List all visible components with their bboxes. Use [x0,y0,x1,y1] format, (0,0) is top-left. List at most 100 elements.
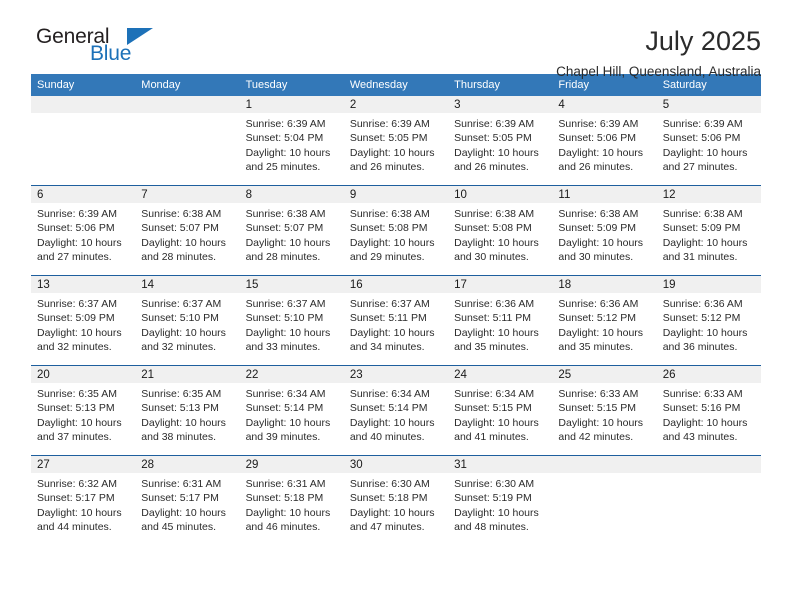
day-cell-inner: 23 Sunrise: 6:34 AM Sunset: 5:14 PM Dayligh… [343,366,449,455]
calendar-day-cell[interactable]: 13 Sunrise: 6:37 AM Sunset: 5:09 PM Dayligh… [31,275,136,366]
calendar-day-cell[interactable]: 30 Sunrise: 6:30 AM Sunset: 5:18 PM Dayligh… [343,455,449,545]
calendar-day-cell[interactable]: 17 Sunrise: 6:36 AM Sunset: 5:11 PM Dayligh… [448,275,553,366]
day-sunset-text: Sunset: 5:17 PM [141,492,219,505]
calendar-day-cell[interactable]: 16 Sunrise: 6:37 AM Sunset: 5:11 PM Dayligh… [343,275,449,366]
day-sunrise-text: Sunrise: 6:30 AM [349,478,430,490]
calendar-day-cell[interactable]: 18 Sunrise: 6:36 AM Sunset: 5:12 PM Dayligh… [552,275,657,366]
day-sunrise-text: Sunrise: 6:39 AM [245,118,326,130]
day-daylight2-text: and 39 minutes. [245,430,321,443]
calendar-day-cell[interactable]: 25 Sunrise: 6:33 AM Sunset: 5:15 PM Dayligh… [552,365,657,456]
calendar-day-cell[interactable]: 21 Sunrise: 6:35 AM Sunset: 5:13 PM Dayligh… [135,365,240,456]
day-daylight-text: Daylight: 10 hours [245,506,331,519]
day-sunset-text: Sunset: 5:10 PM [141,312,219,325]
day-sunrise-text: Sunrise: 6:39 AM [662,118,743,130]
day-daylight-text: Daylight: 10 hours [349,326,435,339]
day-daylight2-text: and 42 minutes. [558,430,634,443]
day-daylight2-text: and 28 minutes. [141,250,216,263]
day-sunrise-text: Sunrise: 6:31 AM [245,478,326,490]
day-number: 22 [239,366,344,383]
calendar-day-cell[interactable]: 19 Sunrise: 6:36 AM Sunset: 5:12 PM Dayligh… [656,275,761,366]
day-cell-inner [31,96,136,185]
day-number: 25 [552,366,657,383]
day-sunset-text: Sunset: 5:09 PM [662,222,741,235]
day-sunrise-text: Sunrise: 6:34 AM [349,388,430,400]
calendar-day-cell[interactable]: 11 Sunrise: 6:38 AM Sunset: 5:09 PM Dayligh… [552,185,657,276]
calendar-day-cell[interactable]: 4 Sunrise: 6:39 AM Sunset: 5:06 PM Daylight… [552,96,657,186]
day-daylight-text: Daylight: 10 hours [37,416,122,429]
calendar-table: Sunday Monday Tuesday Wednesday Thursday Frid… [31,74,761,545]
calendar-day-cell[interactable]: 2 Sunrise: 6:39 AM Sunset: 5:05 PM Daylight… [343,96,449,186]
day-sunrise-text: Sunrise: 6:39 AM [37,208,117,220]
day-sunset-text: Sunset: 5:15 PM [454,402,532,415]
calendar-empty-cell [135,96,240,186]
day-cell-inner: 12 Sunrise: 6:38 AM Sunset: 5:09 PM Dayligh… [656,186,761,275]
calendar-day-cell[interactable]: 8 Sunrise: 6:38 AM Sunset: 5:07 PM Daylight… [239,185,344,276]
day-cell-inner: 7 Sunrise: 6:38 AM Sunset: 5:07 PM Daylight… [135,186,240,275]
day-daylight2-text: and 26 minutes. [349,160,425,173]
day-number: 20 [31,366,136,383]
calendar-day-cell[interactable]: 31 Sunrise: 6:30 AM Sunset: 5:19 PM Dayligh… [448,455,553,545]
day-cell-inner: 25 Sunrise: 6:33 AM Sunset: 5:15 PM Dayligh… [552,366,657,455]
day-daylight-text: Daylight: 10 hours [349,416,435,429]
day-daylight-text: Daylight: 10 hours [141,236,226,249]
day-cell-inner [135,96,240,185]
day-daylight-text: Daylight: 10 hours [245,326,331,339]
calendar-day-cell[interactable]: 9 Sunrise: 6:38 AM Sunset: 5:08 PM Daylight… [343,185,449,276]
day-cell-inner: 11 Sunrise: 6:38 AM Sunset: 5:09 PM Dayligh… [552,186,657,275]
day-number: 18 [552,276,657,293]
day-sunrise-text: Sunrise: 6:34 AM [245,388,326,400]
day-cell-inner: 16 Sunrise: 6:37 AM Sunset: 5:11 PM Dayligh… [343,276,449,365]
day-sunset-text: Sunset: 5:07 PM [141,222,219,235]
calendar-day-cell[interactable]: 26 Sunrise: 6:33 AM Sunset: 5:16 PM Dayligh… [656,365,761,456]
day-daylight-text: Daylight: 10 hours [37,236,122,249]
calendar-day-cell[interactable]: 6 Sunrise: 6:39 AM Sunset: 5:06 PM Daylight… [31,185,136,276]
title-block: July 2025 Chapel Hill, Queensland, Austr… [556,25,761,80]
calendar-day-cell[interactable]: 24 Sunrise: 6:34 AM Sunset: 5:15 PM Dayligh… [448,365,553,456]
day-sunrise-text: Sunrise: 6:35 AM [37,388,117,400]
day-daylight-text: Daylight: 10 hours [37,326,122,339]
day-number: 10 [448,186,553,203]
day-sun-info [135,113,239,185]
day-daylight2-text: and 26 minutes. [558,160,634,173]
day-cell-inner: 29 Sunrise: 6:31 AM Sunset: 5:18 PM Dayligh… [239,456,344,545]
calendar-day-cell[interactable]: 27 Sunrise: 6:32 AM Sunset: 5:17 PM Dayligh… [31,455,136,545]
weekday-header-thursday: Thursday [448,74,553,96]
calendar-day-cell[interactable]: 3 Sunrise: 6:39 AM Sunset: 5:05 PM Daylight… [448,96,553,186]
day-sunset-text: Sunset: 5:06 PM [662,132,741,145]
day-number: 27 [31,456,136,473]
day-sunrise-text: Sunrise: 6:37 AM [245,298,326,310]
calendar-day-cell[interactable]: 28 Sunrise: 6:31 AM Sunset: 5:17 PM Dayligh… [135,455,240,545]
day-daylight-text: Daylight: 10 hours [349,506,435,519]
calendar-day-cell[interactable]: 22 Sunrise: 6:34 AM Sunset: 5:14 PM Dayligh… [239,365,344,456]
day-cell-inner: 8 Sunrise: 6:38 AM Sunset: 5:07 PM Daylight… [239,186,344,275]
calendar-day-cell[interactable]: 20 Sunrise: 6:35 AM Sunset: 5:13 PM Dayligh… [31,365,136,456]
calendar-day-cell[interactable]: 12 Sunrise: 6:38 AM Sunset: 5:09 PM Dayligh… [656,185,761,276]
day-sunrise-text: Sunrise: 6:37 AM [141,298,222,310]
day-sun-info: Sunrise: 6:34 AM Sunset: 5:14 PM Daylight:… [240,383,344,455]
calendar-day-cell[interactable]: 7 Sunrise: 6:38 AM Sunset: 5:07 PM Daylight… [135,185,240,276]
calendar-day-cell[interactable]: 5 Sunrise: 6:39 AM Sunset: 5:06 PM Daylight… [656,96,761,186]
day-sunrise-text: Sunrise: 6:32 AM [37,478,117,490]
calendar-page: General Blue July 2025 Chapel Hill, Quee… [0,0,792,612]
day-daylight2-text: and 27 minutes. [37,250,112,263]
day-sun-info: Sunrise: 6:39 AM Sunset: 5:04 PM Daylight:… [240,113,344,185]
calendar-day-cell[interactable]: 15 Sunrise: 6:37 AM Sunset: 5:10 PM Dayligh… [239,275,344,366]
weekday-header-monday: Monday [135,74,240,96]
day-number: 17 [448,276,553,293]
calendar-day-cell[interactable]: 29 Sunrise: 6:31 AM Sunset: 5:18 PM Dayligh… [239,455,344,545]
calendar-day-cell[interactable]: 23 Sunrise: 6:34 AM Sunset: 5:14 PM Dayligh… [343,365,449,456]
day-cell-inner: 22 Sunrise: 6:34 AM Sunset: 5:14 PM Dayligh… [239,366,344,455]
weekday-header-wednesday: Wednesday [343,74,449,96]
calendar-day-cell[interactable]: 1 Sunrise: 6:39 AM Sunset: 5:04 PM Daylight… [239,96,344,186]
day-sun-info: Sunrise: 6:33 AM Sunset: 5:15 PM Daylight:… [552,383,656,455]
day-sun-info: Sunrise: 6:39 AM Sunset: 5:06 PM Daylight:… [552,113,656,185]
calendar-week-row: 6 Sunrise: 6:39 AM Sunset: 5:06 PM Daylight… [31,185,761,276]
calendar-day-cell[interactable]: 14 Sunrise: 6:37 AM Sunset: 5:10 PM Dayligh… [135,275,240,366]
day-daylight-text: Daylight: 10 hours [454,236,539,249]
day-cell-inner: 27 Sunrise: 6:32 AM Sunset: 5:17 PM Dayligh… [31,456,136,545]
day-sun-info: Sunrise: 6:34 AM Sunset: 5:14 PM Daylight:… [344,383,448,455]
day-daylight2-text: and 47 minutes. [349,520,425,533]
day-number: 6 [31,186,136,203]
calendar-day-cell[interactable]: 10 Sunrise: 6:38 AM Sunset: 5:08 PM Dayligh… [448,185,553,276]
calendar-week-row: 20 Sunrise: 6:35 AM Sunset: 5:13 PM Dayligh… [31,365,761,456]
